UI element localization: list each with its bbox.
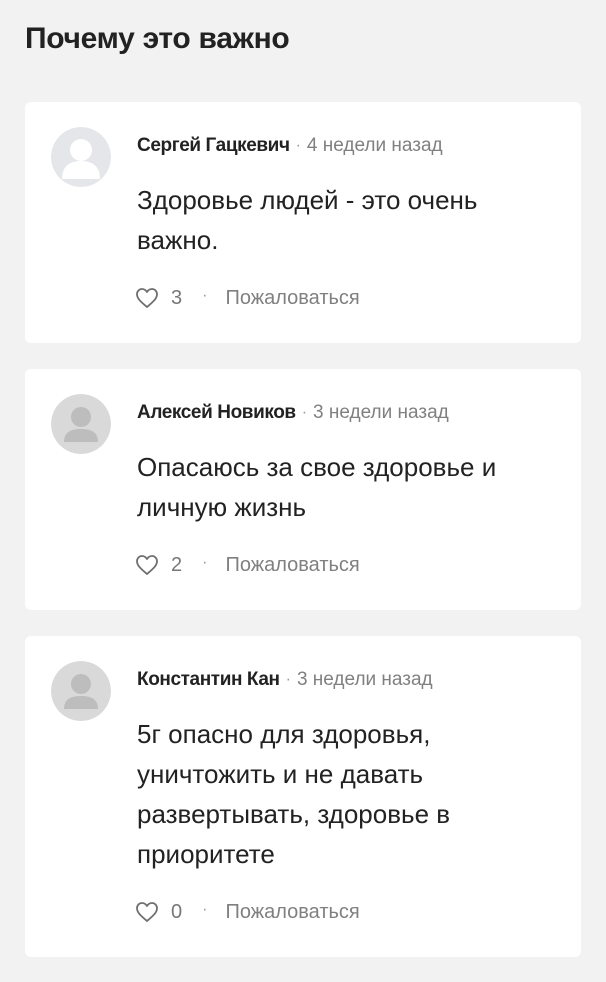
meta-separator: · — [285, 671, 291, 688]
comment-text: Здоровье людей - это очень важно. — [137, 185, 478, 255]
comment-author[interactable]: Константин Кан — [137, 669, 280, 690]
action-separator: · — [202, 901, 208, 918]
comment-time: 4 недели назад — [306, 135, 443, 156]
report-button[interactable]: Пожаловаться — [225, 554, 359, 577]
user-avatar-icon — [51, 394, 111, 454]
avatar[interactable] — [51, 394, 111, 454]
comment-meta: Сергей Гацкевич · 4 недели назад — [137, 134, 443, 159]
user-avatar-icon — [51, 661, 111, 721]
comment-card: Константин Кан · 3 недели назад 5г опасно … — [25, 636, 581, 957]
comment-actions: 3 · Пожаловаться — [135, 283, 360, 313]
user-avatar-icon — [51, 127, 111, 187]
comment-actions: 2 · Пожаловаться — [135, 550, 360, 580]
comment-text: 5г опасно для здоровья, уничтожить и не … — [137, 719, 451, 869]
comment-text: Опасаюсь за свое здоровье и личную жизнь — [137, 452, 497, 522]
like-button[interactable]: 3 — [135, 287, 182, 310]
avatar[interactable] — [51, 127, 111, 187]
like-button[interactable]: 2 — [135, 554, 182, 577]
section-title: Почему это важно — [25, 22, 290, 55]
heart-icon — [136, 288, 158, 308]
comment-meta: Алексей Новиков · 3 недели назад — [137, 401, 449, 426]
like-count: 3 — [171, 286, 183, 309]
comment-actions: 0 · Пожаловаться — [135, 897, 360, 927]
report-button[interactable]: Пожаловаться — [225, 287, 359, 310]
comment-card: Сергей Гацкевич · 4 недели назад Здоровье … — [25, 102, 581, 343]
meta-separator: · — [301, 404, 308, 421]
heart-icon — [136, 555, 158, 575]
comment-time: 3 недели назад — [313, 402, 449, 423]
heart-icon — [136, 902, 158, 922]
comment-author[interactable]: Алексей Новиков — [137, 402, 296, 423]
action-separator: · — [202, 287, 208, 304]
comment-card: Алексей Новиков · 3 недели назад Опасаюсь … — [25, 369, 581, 610]
avatar[interactable] — [51, 661, 111, 721]
like-count: 2 — [171, 553, 183, 576]
comment-time: 3 недели назад — [296, 669, 433, 690]
like-count: 0 — [171, 900, 183, 923]
meta-separator: · — [295, 137, 301, 154]
comment-author[interactable]: Сергей Гацкевич — [137, 135, 290, 156]
action-separator: · — [202, 554, 208, 571]
report-button[interactable]: Пожаловаться — [225, 901, 359, 924]
like-button[interactable]: 0 — [135, 901, 182, 924]
comment-meta: Константин Кан · 3 недели назад — [137, 668, 433, 693]
